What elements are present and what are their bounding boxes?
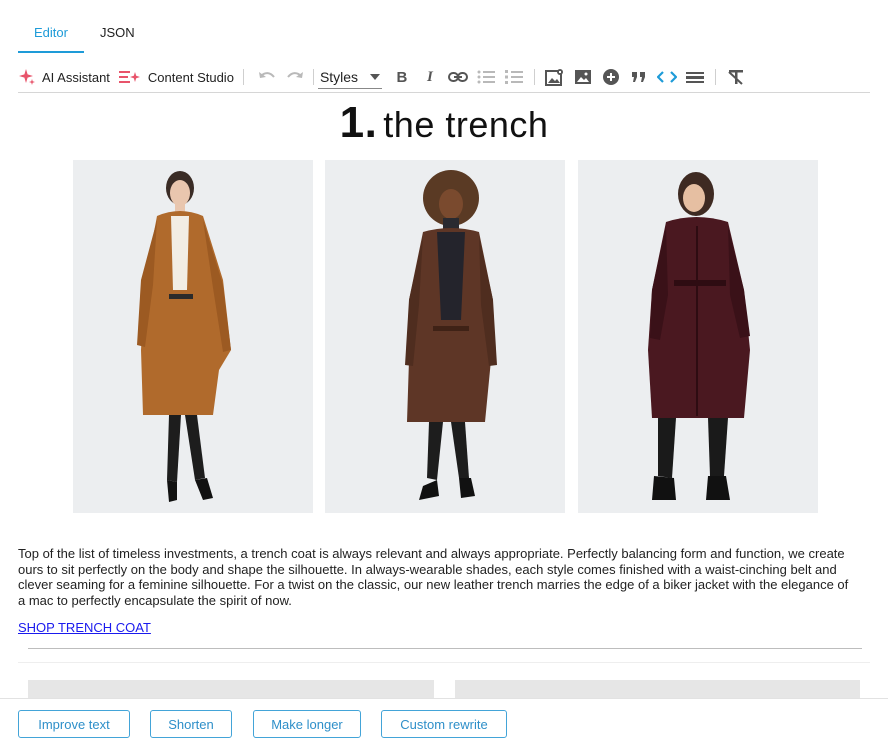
placeholder-block-right[interactable] — [455, 680, 860, 698]
product-image-camel-trench[interactable] — [73, 160, 313, 513]
numbered-list-icon[interactable] — [503, 66, 525, 88]
horizontal-rule — [28, 648, 862, 649]
image-manager-icon[interactable] — [544, 66, 566, 88]
source-code-icon[interactable] — [656, 66, 678, 88]
undo-icon[interactable] — [256, 66, 278, 88]
content-studio-label: Content Studio — [147, 69, 234, 85]
tab-json[interactable]: JSON — [84, 18, 151, 51]
toolbar-separator — [242, 69, 244, 85]
bulleted-list-icon[interactable] — [475, 66, 497, 88]
toolbar-separator — [533, 69, 535, 85]
content-studio-icon — [118, 68, 142, 86]
heading-number: 1. — [339, 98, 378, 147]
make-longer-button[interactable]: Make longer — [253, 710, 361, 738]
editor-tabs: Editor JSON — [18, 18, 151, 53]
blockquote-icon[interactable] — [628, 66, 650, 88]
section-divider — [18, 662, 870, 663]
shop-trench-coat-link[interactable]: SHOP TRENCH COAT — [18, 620, 151, 635]
editor-content[interactable]: 1. the trench Top of the list of timeles… — [18, 94, 870, 698]
section-heading: 1. the trench — [18, 98, 870, 148]
shorten-button[interactable]: Shorten — [150, 710, 232, 738]
tab-editor[interactable]: Editor — [18, 18, 84, 53]
product-image-burgundy-trench[interactable] — [578, 160, 818, 513]
horizontal-line-icon[interactable] — [684, 66, 706, 88]
editor-toolbar: AI Assistant Content Studio Styles B I — [18, 62, 870, 93]
insert-plus-icon[interactable] — [600, 66, 622, 88]
bold-icon[interactable]: B — [391, 66, 413, 88]
toolbar-separator — [714, 69, 716, 85]
ai-assistant-button[interactable]: AI Assistant — [18, 64, 110, 90]
remove-format-icon[interactable] — [725, 66, 747, 88]
heading-text: the trench — [383, 104, 549, 145]
italic-icon[interactable]: I — [419, 66, 441, 88]
improve-text-button[interactable]: Improve text — [18, 710, 130, 738]
redo-icon[interactable] — [284, 66, 306, 88]
ai-actions-bar: Improve text Shorten Make longer Custom … — [0, 698, 888, 747]
styles-label: Styles — [319, 68, 359, 85]
styles-dropdown[interactable]: Styles — [317, 66, 382, 89]
link-icon[interactable] — [447, 66, 469, 88]
image-icon[interactable] — [572, 66, 594, 88]
sparkle-icon — [18, 68, 36, 86]
product-image-brown-trench[interactable] — [325, 160, 565, 513]
content-studio-button[interactable]: Content Studio — [118, 64, 234, 90]
placeholder-block-left[interactable] — [28, 680, 434, 698]
ai-assistant-label: AI Assistant — [42, 69, 110, 85]
caret-down-icon — [369, 73, 380, 80]
toolbar-separator — [312, 69, 314, 85]
custom-rewrite-button[interactable]: Custom rewrite — [381, 710, 507, 738]
description-paragraph: Top of the list of timeless investments,… — [18, 546, 849, 608]
